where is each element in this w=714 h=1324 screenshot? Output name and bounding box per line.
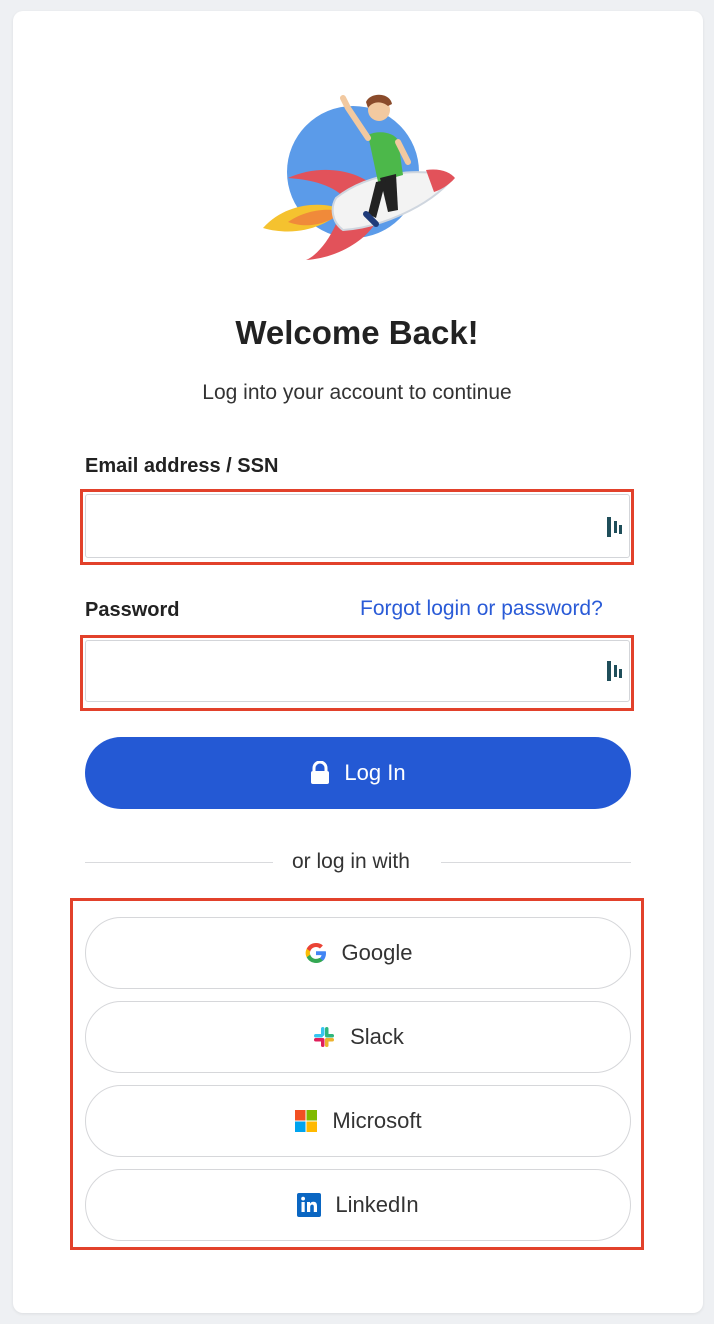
rocket-illustration bbox=[263, 94, 455, 260]
email-label: Email address / SSN bbox=[85, 455, 279, 477]
lock-icon bbox=[311, 761, 330, 784]
slack-icon bbox=[314, 1027, 335, 1047]
dashlane-icon[interactable] bbox=[606, 660, 624, 682]
log-in-button[interactable]: Log In bbox=[85, 737, 631, 809]
divider-line-left bbox=[85, 862, 273, 863]
forgot-password-link[interactable]: Forgot login or password? bbox=[360, 597, 603, 621]
linkedin-login-button[interactable]: LinkedIn bbox=[85, 1169, 631, 1241]
microsoft-label: Microsoft bbox=[332, 1108, 422, 1133]
password-label: Password bbox=[85, 599, 180, 621]
google-label: Google bbox=[341, 940, 413, 965]
linkedin-label: LinkedIn bbox=[335, 1192, 419, 1217]
divider-text: or log in with bbox=[292, 850, 410, 873]
linkedin-icon bbox=[297, 1193, 322, 1217]
slack-label: Slack bbox=[350, 1024, 404, 1049]
password-field[interactable] bbox=[85, 640, 630, 702]
log-in-label: Log In bbox=[344, 760, 406, 785]
google-login-button[interactable]: Google bbox=[85, 917, 631, 989]
google-icon bbox=[305, 943, 326, 963]
email-field[interactable] bbox=[85, 494, 630, 558]
dashlane-icon[interactable] bbox=[606, 516, 624, 538]
page-title: Welcome Back! bbox=[235, 314, 479, 351]
microsoft-login-button[interactable]: Microsoft bbox=[85, 1085, 631, 1157]
slack-login-button[interactable]: Slack bbox=[85, 1001, 631, 1073]
page-subtitle: Log into your account to continue bbox=[202, 381, 512, 404]
divider-line-right bbox=[441, 862, 631, 863]
microsoft-icon bbox=[295, 1110, 318, 1132]
